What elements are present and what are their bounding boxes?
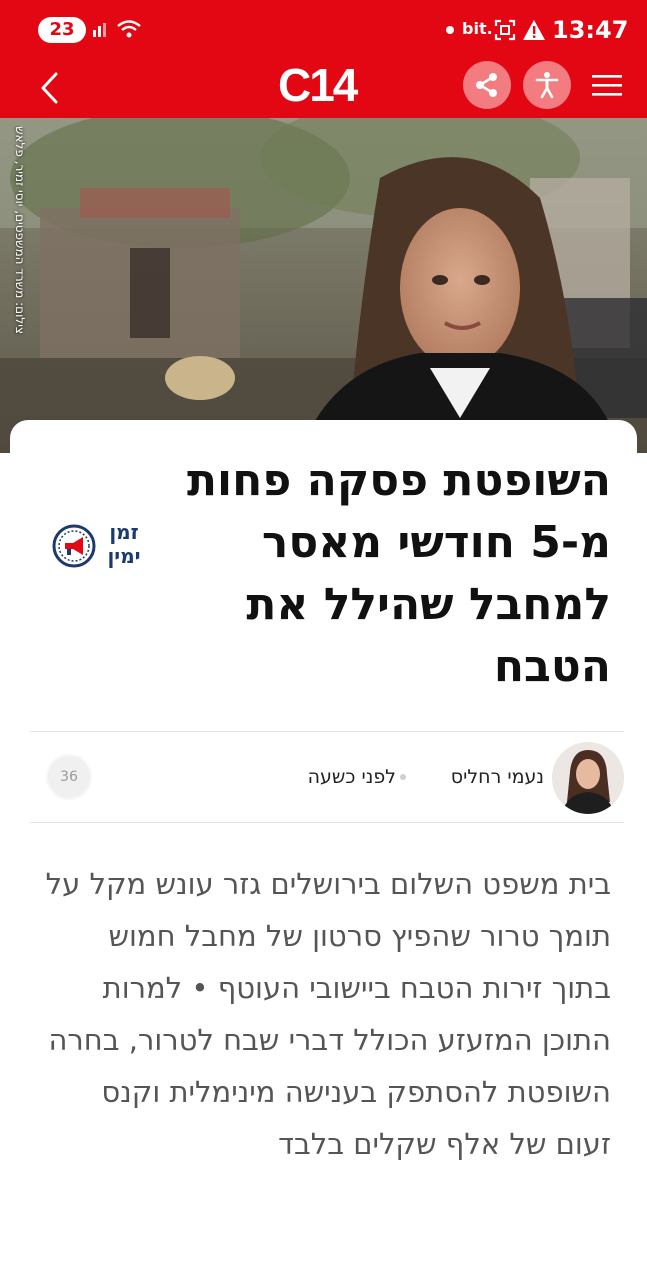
megaphone-icon [52, 524, 96, 568]
comments-count-button[interactable]: 36 [46, 754, 92, 800]
notification-dot [446, 26, 454, 34]
hamburger-menu-icon[interactable] [590, 72, 624, 98]
published-time: לפני כשעה [307, 766, 396, 788]
accessibility-button[interactable] [523, 61, 571, 109]
author-row: נעמי רחליס לפני כשעה 36 [30, 731, 624, 822]
share-button[interactable] [463, 61, 511, 109]
article-hero-image [0, 118, 647, 453]
wifi-icon [117, 20, 141, 38]
section-badge[interactable]: זמן ימין [52, 520, 148, 580]
status-bar: 23 bit. 13:47 [0, 0, 647, 58]
screenshot-icon [494, 19, 516, 41]
author-photo [552, 742, 624, 814]
app-header: 23 bit. 13:47 C14 [0, 0, 647, 118]
site-logo[interactable]: C14 [278, 58, 358, 112]
photo-credit: צילום: משרד המשפטים, יוסי זמיר, פלאש [13, 126, 27, 335]
meta-separator [400, 774, 406, 780]
article-card: השופטת פסקה פחות מ-5 חודשי מאסר למחבל שה… [10, 420, 637, 1280]
hero-photo [0, 118, 647, 453]
section-badge-line1: זמן [109, 520, 139, 544]
author-name[interactable]: נעמי רחליס [451, 765, 544, 789]
accessibility-icon [535, 72, 559, 99]
section-badge-label: זמן ימין [100, 520, 148, 568]
carrier-tag: bit. [462, 19, 493, 38]
article-lead: בית משפט השלום בירושלים גזר עונש מקל על … [45, 867, 611, 1161]
divider [30, 822, 624, 823]
back-chevron-icon[interactable] [34, 68, 68, 108]
status-time: 13:47 [552, 16, 629, 44]
article-headline: השופטת פסקה פחות מ-5 חודשי מאסר למחבל שה… [186, 455, 611, 692]
warning-icon [523, 20, 545, 40]
author-avatar[interactable] [552, 742, 624, 814]
notification-count-badge: 23 [38, 17, 86, 43]
signal-icon [93, 23, 106, 37]
section-badge-line2: ימין [107, 544, 141, 568]
share-icon [476, 73, 497, 97]
